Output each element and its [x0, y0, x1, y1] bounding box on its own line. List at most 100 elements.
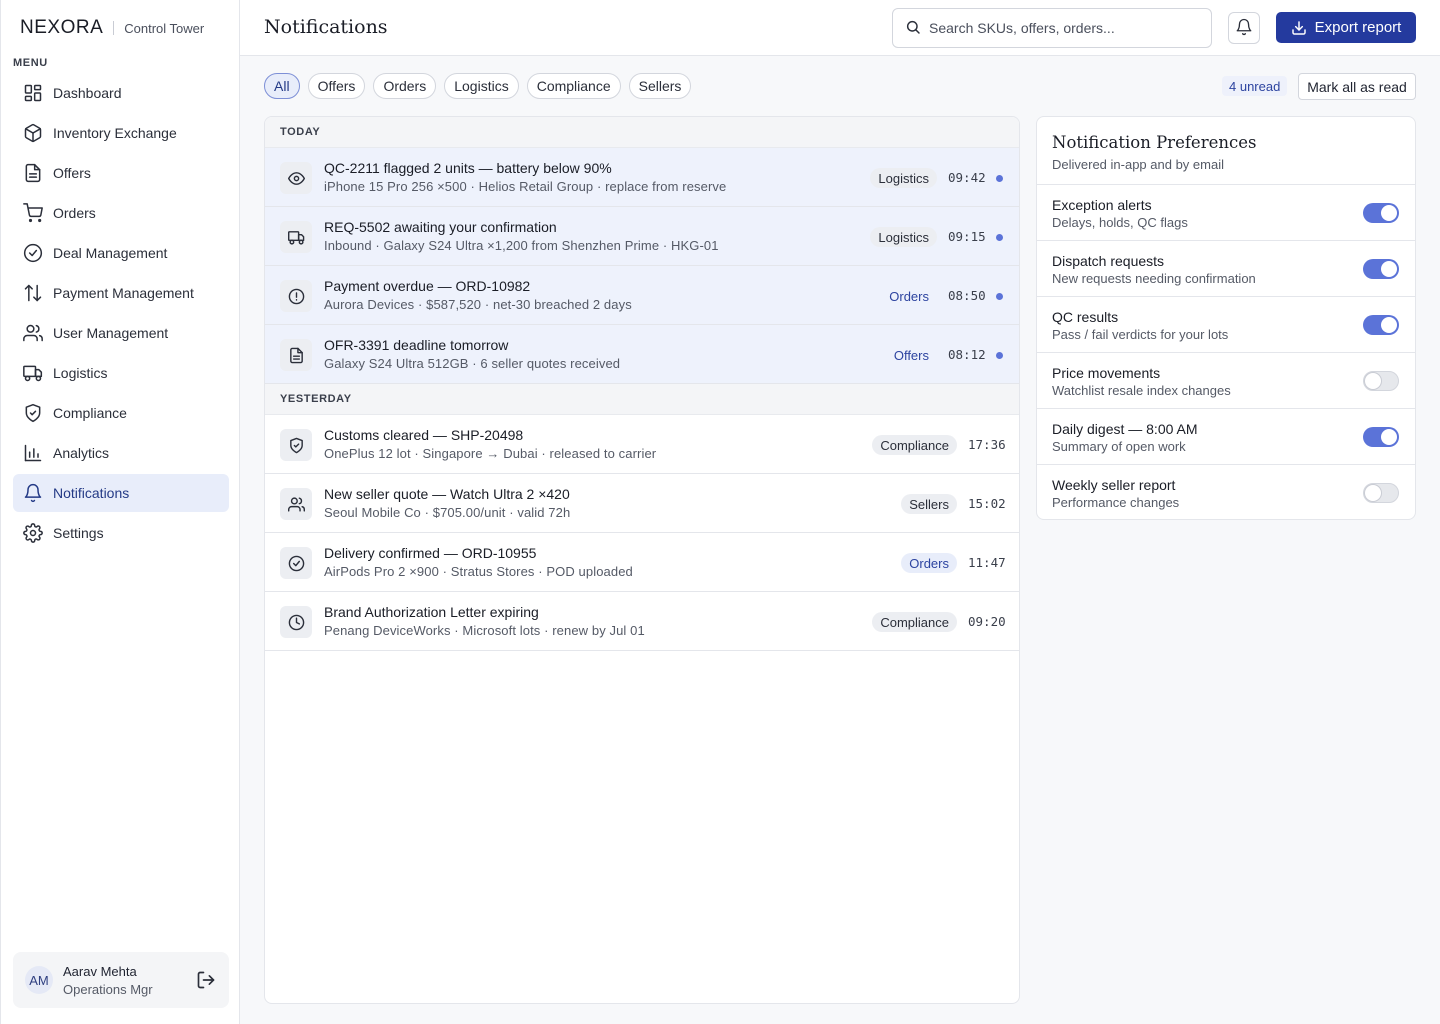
- sidebar-item-payment-management[interactable]: Payment Management: [13, 274, 229, 312]
- user-role: Operations Mgr: [63, 982, 153, 997]
- notifications-button[interactable]: [1228, 12, 1260, 44]
- preference-toggle[interactable]: [1363, 315, 1399, 335]
- logout-icon[interactable]: [195, 969, 217, 991]
- notification-list: TODAY QC-2211 flagged 2 units — battery …: [264, 116, 1020, 1004]
- sidebar-item-inventory-exchange[interactable]: Inventory Exchange: [13, 114, 229, 152]
- search-box[interactable]: [892, 8, 1212, 48]
- preferences-subtitle: Delivered in-app and by email: [1052, 157, 1224, 172]
- sidebar-item-dashboard[interactable]: Dashboard: [13, 74, 229, 112]
- preference-description: Delays, holds, QC flags: [1052, 215, 1188, 230]
- preference-toggle[interactable]: [1363, 427, 1399, 447]
- sidebar-item-orders[interactable]: Orders: [13, 194, 229, 232]
- sidebar-item-label: Orders: [53, 205, 96, 221]
- sidebar-item-label: Offers: [53, 165, 91, 181]
- unread-dot: [996, 352, 1003, 359]
- cart-icon: [23, 203, 43, 223]
- box-icon: [23, 123, 43, 143]
- sidebar-item-label: Dashboard: [53, 85, 122, 101]
- sidebar-item-logistics[interactable]: Logistics: [13, 354, 229, 392]
- filter-chip-sellers[interactable]: Sellers: [628, 73, 692, 99]
- preference-label: QC results: [1052, 309, 1119, 325]
- shield-check-icon: [23, 403, 43, 423]
- sidebar-item-label: Analytics: [53, 445, 110, 461]
- preference-label: Weekly seller report: [1052, 477, 1176, 493]
- sidebar-item-user-management[interactable]: User Management: [13, 314, 229, 352]
- notification-time: 09:20: [968, 614, 1006, 629]
- notification-row[interactable]: Payment overdue — ORD-10982 Aurora Device…: [265, 266, 1019, 325]
- notification-subtitle: Galaxy S24 Ultra 512GB · 6 seller quotes…: [324, 356, 621, 371]
- sidebar-item-label: Compliance: [53, 405, 127, 421]
- preference-toggle[interactable]: [1363, 483, 1399, 503]
- filter-chip-compliance[interactable]: Compliance: [526, 73, 621, 99]
- check-circle-icon: [280, 547, 312, 579]
- avatar[interactable]: AM: [25, 966, 53, 994]
- unread-count-badge: 4 unread: [1222, 76, 1288, 96]
- search-input[interactable]: [929, 20, 1199, 36]
- brand-logo: NEXORA: [20, 17, 104, 38]
- notification-time: 08:12: [948, 347, 986, 362]
- clock-icon: [280, 606, 312, 638]
- preference-label: Price movements: [1052, 365, 1161, 381]
- preference-row-exception-alerts: Exception alerts Delays, holds, QC flags: [1037, 185, 1415, 241]
- notification-title: New seller quote — Watch Ultra 2 ×420: [324, 486, 570, 502]
- notification-row[interactable]: Brand Authorization Letter expiring Penan…: [265, 592, 1019, 651]
- sidebar: NEXORA Control Tower MENU Dashboard Inven…: [0, 0, 240, 1024]
- sidebar-item-analytics[interactable]: Analytics: [13, 434, 229, 472]
- preferences-title: Notification Preferences: [1052, 133, 1257, 152]
- sidebar-item-label: Notifications: [53, 485, 130, 501]
- preference-toggle[interactable]: [1363, 203, 1399, 223]
- sidebar-nav: Dashboard Inventory Exchange Offers Orders D…: [13, 74, 229, 554]
- export-report-button[interactable]: Export report: [1276, 12, 1416, 43]
- sidebar-item-settings[interactable]: Settings: [13, 514, 229, 552]
- notification-subtitle: Seoul Mobile Co · $705.00/unit · valid 7…: [324, 505, 571, 520]
- sidebar-item-label: Deal Management: [53, 245, 168, 261]
- filter-chip-offers[interactable]: Offers: [307, 73, 366, 99]
- document-icon: [280, 339, 312, 371]
- notification-row[interactable]: New seller quote — Watch Ultra 2 ×420 Seo…: [265, 474, 1019, 533]
- sidebar-item-label: User Management: [53, 325, 169, 341]
- toggle-knob: [1365, 373, 1381, 389]
- sidebar-item-label: Logistics: [53, 365, 108, 381]
- mark-all-read-button[interactable]: Mark all as read: [1298, 73, 1416, 100]
- unread-dot: [996, 234, 1003, 241]
- preference-label: Daily digest — 8:00 AM: [1052, 421, 1198, 437]
- sidebar-item-label: Inventory Exchange: [53, 125, 177, 141]
- truck-icon: [23, 363, 43, 383]
- preference-label: Exception alerts: [1052, 197, 1152, 213]
- filter-chip-all[interactable]: All: [264, 73, 300, 99]
- preference-description: Pass / fail verdicts for your lots: [1052, 327, 1229, 342]
- brand[interactable]: NEXORA Control Tower: [20, 16, 204, 40]
- notification-subtitle: Inbound · Galaxy S24 Ultra ×1,200 from S…: [324, 238, 719, 253]
- sidebar-item-compliance[interactable]: Compliance: [13, 394, 229, 432]
- page-title: Notifications: [264, 16, 388, 38]
- notification-time: 15:02: [968, 496, 1006, 511]
- sidebar-item-notifications[interactable]: Notifications: [13, 474, 229, 512]
- preference-description: Performance changes: [1052, 495, 1180, 510]
- user-card: AM Aarav Mehta Operations Mgr: [13, 952, 229, 1008]
- notification-row[interactable]: OFR-3391 deadline tomorrow Galaxy S24 Ult…: [265, 325, 1019, 384]
- notification-subtitle: Aurora Devices · $587,520 · net-30 breac…: [324, 297, 632, 312]
- toggle-knob: [1381, 429, 1397, 445]
- filter-chip-logistics[interactable]: Logistics: [444, 73, 519, 99]
- filter-chip-orders[interactable]: Orders: [373, 73, 437, 99]
- notification-subtitle: iPhone 15 Pro 256 ×500 · Helios Retail G…: [324, 179, 727, 194]
- preference-toggle[interactable]: [1363, 371, 1399, 391]
- toggle-knob: [1381, 205, 1397, 221]
- toggle-knob: [1381, 317, 1397, 333]
- notification-subtitle: Penang DeviceWorks · Microsoft lots · re…: [324, 623, 645, 638]
- notification-row[interactable]: Delivery confirmed — ORD-10955 AirPods Pr…: [265, 533, 1019, 592]
- filter-chips: All Offers Orders Logistics Compliance Seller…: [264, 73, 699, 99]
- notification-row[interactable]: QC-2211 flagged 2 units — battery below …: [265, 148, 1019, 207]
- notification-title: Payment overdue — ORD-10982: [324, 278, 531, 294]
- notification-row[interactable]: REQ-5502 awaiting your confirmation Inbou…: [265, 207, 1019, 266]
- notification-title: Brand Authorization Letter expiring: [324, 604, 539, 620]
- notification-row[interactable]: Customs cleared — SHP-20498 OnePlus 12 lo…: [265, 415, 1019, 474]
- brand-divider: [113, 21, 115, 35]
- search-icon: [905, 19, 921, 38]
- sidebar-item-offers[interactable]: Offers: [13, 154, 229, 192]
- user-name: Aarav Mehta: [63, 964, 137, 979]
- sidebar-item-deal-management[interactable]: Deal Management: [13, 234, 229, 272]
- preference-label: Dispatch requests: [1052, 253, 1165, 269]
- preference-toggle[interactable]: [1363, 259, 1399, 279]
- bell-icon: [23, 483, 43, 503]
